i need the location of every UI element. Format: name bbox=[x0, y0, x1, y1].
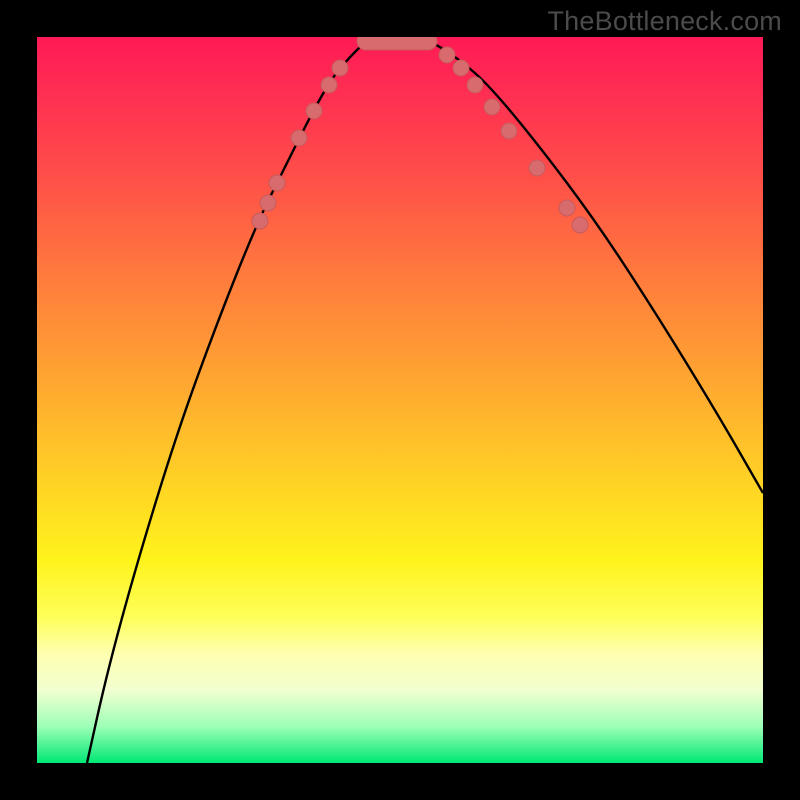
watermark-text: TheBottleneck.com bbox=[547, 6, 782, 37]
curve-dot bbox=[572, 217, 588, 233]
chart-frame: TheBottleneck.com bbox=[0, 0, 800, 800]
curve-dot bbox=[529, 160, 545, 176]
curve-dot bbox=[332, 60, 348, 76]
curve-dot bbox=[306, 103, 322, 119]
curve-dots bbox=[252, 37, 588, 233]
curve-dot bbox=[484, 99, 500, 115]
bottleneck-curve-svg bbox=[37, 37, 763, 763]
curve-dot bbox=[559, 200, 575, 216]
curve-dot bbox=[252, 213, 268, 229]
curve-dot bbox=[453, 60, 469, 76]
curve-dot bbox=[501, 123, 517, 139]
curve-dot bbox=[291, 130, 307, 146]
plot-area bbox=[37, 37, 763, 763]
curve-dot bbox=[467, 77, 483, 93]
curve-bottom-pill bbox=[357, 37, 437, 50]
curve-dot bbox=[439, 47, 455, 63]
curve-dot bbox=[260, 195, 276, 211]
bottleneck-curve-path bbox=[87, 37, 763, 763]
curve-dot bbox=[269, 175, 285, 191]
curve-dot bbox=[321, 77, 337, 93]
